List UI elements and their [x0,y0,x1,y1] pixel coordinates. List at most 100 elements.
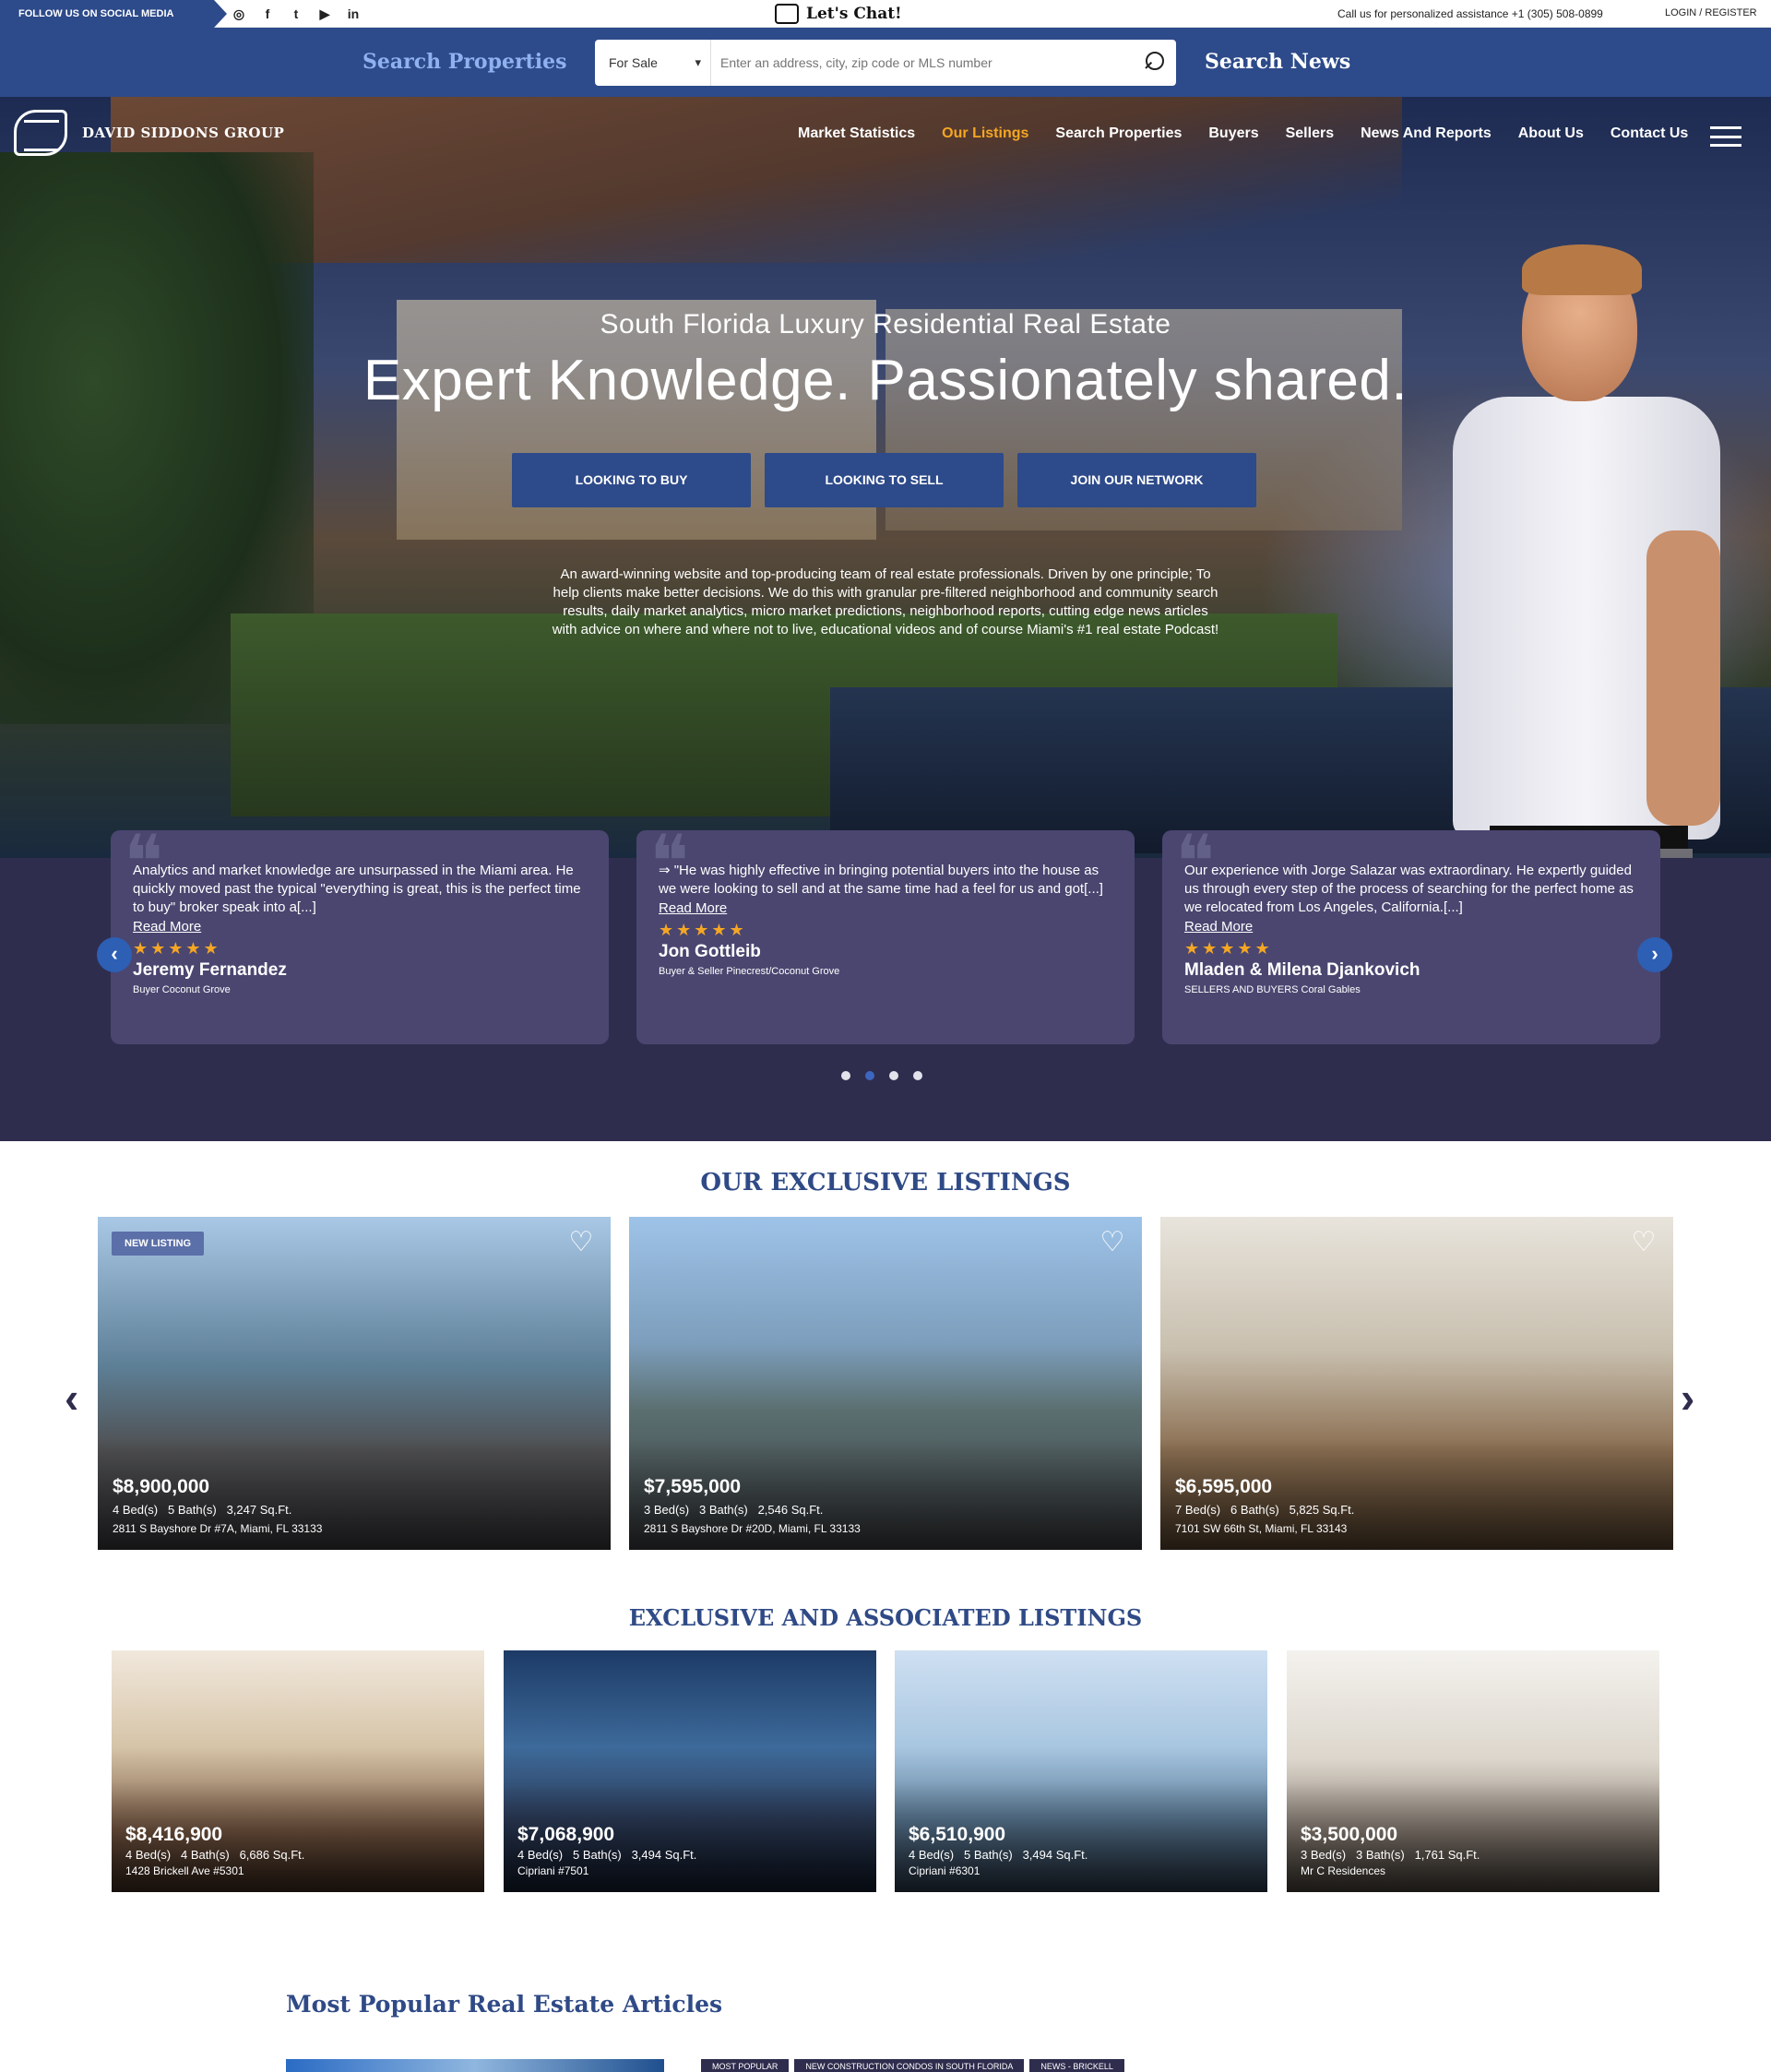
logo-mark-icon [14,110,67,156]
social-links: ◎ f t ▶ in [231,6,362,22]
associated-listing-card[interactable]: $7,068,900 4 Bed(s) 5 Bath(s) 3,494 Sq.F… [504,1650,876,1892]
instagram-icon[interactable]: ◎ [231,6,247,22]
new-listing-badge: NEW LISTING [112,1232,205,1256]
nav-our-listings[interactable]: Our Listings [942,125,1028,142]
chat-icon [775,4,799,24]
listing-address: 1428 Brickell Ave #5301 [125,1864,244,1877]
listing-card[interactable]: NEW LISTING ♡ $8,900,000 4 Bed(s) 5 Bath… [98,1217,611,1550]
nav-market-statistics[interactable]: Market Statistics [798,125,915,142]
carousel-dots [841,1071,922,1080]
article-thumbnail[interactable] [286,2059,664,2072]
listing-type-select[interactable]: For Sale [595,40,711,86]
looking-to-sell-button[interactable]: LOOKING TO SELL [765,453,1004,507]
search-properties-tab[interactable]: Search Properties [363,50,566,74]
nav-buyers[interactable]: Buyers [1208,125,1258,142]
associated-listing-card[interactable]: $6,510,900 4 Bed(s) 5 Bath(s) 3,494 Sq.F… [895,1650,1267,1892]
hero-buttons: LOOKING TO BUY LOOKING TO SELL JOIN OUR … [512,453,1256,507]
testimonial-next-arrow-icon[interactable]: › [1637,937,1672,972]
chat-label: Let's Chat! [806,5,902,23]
nav-contact-us[interactable]: Contact Us [1611,125,1688,142]
join-network-button[interactable]: JOIN OUR NETWORK [1017,453,1256,507]
listing-price: $8,416,900 [125,1824,223,1845]
popular-articles-title: Most Popular Real Estate Articles [286,1991,723,2018]
listing-specs: 4 Bed(s) 4 Bath(s) 6,686 Sq.Ft. [125,1848,305,1862]
read-more-link[interactable]: Read More [133,919,201,935]
hero-title: Expert Knowledge. Passionately shared. [363,349,1408,412]
lets-chat-button[interactable]: Let's Chat! [775,4,902,24]
listing-price: $7,595,000 [644,1476,742,1497]
listing-address: 7101 SW 66th St, Miami, FL 33143 [1175,1522,1348,1535]
article-tag[interactable]: NEWS - BRICKELL [1029,2059,1124,2072]
carousel-dot[interactable] [841,1071,850,1080]
testimonial-prev-arrow-icon[interactable]: ‹ [97,937,132,972]
rating-stars: ★★★★★ [1184,939,1273,958]
testimonial-text: Analytics and market knowledge are unsur… [133,863,581,915]
main-nav: DAVID SIDDONS GROUP Market Statistics Ou… [0,97,1771,171]
top-bar: FOLLOW US ON SOCIAL MEDIA ◎ f t ▶ in Let… [0,0,1771,28]
listing-specs: 4 Bed(s) 5 Bath(s) 3,494 Sq.Ft. [517,1848,697,1862]
exclusive-listings-title: OUR EXCLUSIVE LISTINGS [700,1169,1071,1197]
article-tag[interactable]: MOST POPULAR [701,2059,790,2072]
listing-card[interactable]: ♡ $7,595,000 3 Bed(s) 3 Bath(s) 2,546 Sq… [629,1217,1142,1550]
article-tag[interactable]: NEW CONSTRUCTION CONDOS IN SOUTH FLORIDA [794,2059,1025,2072]
login-register-link[interactable]: LOGIN / REGISTER [1665,7,1757,18]
favorite-heart-icon[interactable]: ♡ [1098,1229,1127,1256]
listing-specs: 3 Bed(s) 3 Bath(s) 2,546 Sq.Ft. [644,1503,824,1517]
logo-text: DAVID SIDDONS GROUP [82,125,285,141]
listing-specs: 7 Bed(s) 6 Bath(s) 5,825 Sq.Ft. [1175,1503,1355,1517]
twitter-icon[interactable]: t [288,6,304,22]
read-more-link[interactable]: Read More [1184,919,1253,935]
hamburger-menu-icon[interactable] [1710,126,1741,147]
phone-contact[interactable]: Call us for personalized assistance +1 (… [1337,7,1603,20]
looking-to-buy-button[interactable]: LOOKING TO BUY [512,453,751,507]
search-input[interactable] [711,41,1134,85]
nav-about-us[interactable]: About Us [1518,125,1584,142]
listing-card[interactable]: ♡ $6,595,000 7 Bed(s) 6 Bath(s) 5,825 Sq… [1160,1217,1673,1550]
listing-price: $6,595,000 [1175,1476,1273,1497]
listing-price: $6,510,900 [909,1824,1006,1845]
nav-sellers[interactable]: Sellers [1286,125,1334,142]
associated-listing-card[interactable]: $3,500,000 3 Bed(s) 3 Bath(s) 1,761 Sq.F… [1287,1650,1659,1892]
listing-address: Cipriani #7501 [517,1864,589,1877]
nav-search-properties[interactable]: Search Properties [1055,125,1182,142]
associated-listings-title: EXCLUSIVE AND ASSOCIATED LISTINGS [628,1604,1143,1631]
favorite-heart-icon[interactable]: ♡ [566,1229,596,1256]
listing-price: $3,500,000 [1301,1824,1398,1845]
testimonial-name: Jeremy Fernandez [133,960,287,980]
search-bar: Search Properties For Sale Search News [0,28,1771,97]
favorite-heart-icon[interactable]: ♡ [1629,1229,1658,1256]
testimonial-text: ⇒ "He was highly effective in bringing p… [659,863,1103,897]
carousel-dot[interactable] [913,1071,922,1080]
site-logo[interactable]: DAVID SIDDONS GROUP [14,110,284,156]
listing-specs: 4 Bed(s) 5 Bath(s) 3,494 Sq.Ft. [909,1848,1088,1862]
facebook-icon[interactable]: f [259,6,276,22]
youtube-icon[interactable]: ▶ [316,6,333,22]
follow-us-label: FOLLOW US ON SOCIAL MEDIA [0,0,227,28]
nav-news-and-reports[interactable]: News And Reports [1361,125,1492,142]
carousel-dot[interactable] [889,1071,898,1080]
listing-specs: 3 Bed(s) 3 Bath(s) 1,761 Sq.Ft. [1301,1848,1480,1862]
article-tags: MOST POPULAR NEW CONSTRUCTION CONDOS IN … [701,2059,1124,2072]
listings-prev-arrow-icon[interactable]: ‹ [65,1373,78,1423]
testimonials-section: ❝ Analytics and market knowledge are uns… [0,826,1771,1141]
listing-price: $7,068,900 [517,1824,615,1845]
listing-address: 2811 S Bayshore Dr #20D, Miami, FL 33133 [644,1522,861,1535]
associated-listing-card[interactable]: $8,416,900 4 Bed(s) 4 Bath(s) 6,686 Sq.F… [112,1650,484,1892]
testimonial-card: ❝ ⇒ "He was highly effective in bringing… [636,826,1135,1044]
listings-next-arrow-icon[interactable]: › [1681,1373,1694,1423]
testimonial-role: Buyer & Seller Pinecrest/Coconut Grove [659,966,840,977]
search-news-tab[interactable]: Search News [1205,50,1350,74]
testimonial-role: Buyer Coconut Grove [133,984,231,995]
testimonial-text: Our experience with Jorge Salazar was ex… [1184,863,1634,915]
testimonial-card: ❝ Analytics and market knowledge are uns… [111,826,609,1044]
hero-description: An award-winning website and top-produci… [552,566,1219,637]
listing-address: Mr C Residences [1301,1864,1386,1877]
linkedin-icon[interactable]: in [345,6,362,22]
hero-section: South Florida Luxury Residential Real Es… [0,97,1771,858]
search-icon[interactable] [1134,41,1176,85]
listing-address: Cipriani #6301 [909,1864,981,1877]
listing-address: 2811 S Bayshore Dr #7A, Miami, FL 33133 [113,1522,323,1535]
carousel-dot-active[interactable] [865,1071,874,1080]
search-box: For Sale [595,40,1176,86]
testimonial-name: Mladen & Milena Djankovich [1184,960,1420,980]
